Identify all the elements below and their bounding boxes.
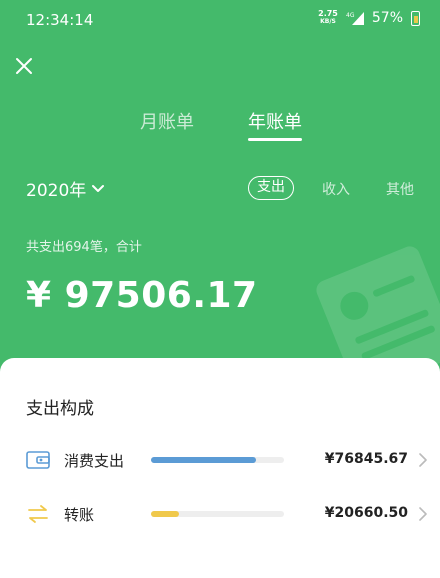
svg-text:4G: 4G <box>346 12 355 19</box>
expense-breakdown-panel: 支出构成 消费支出 ¥76845.67 转账 ¥20660.50 <box>0 358 440 578</box>
battery-icon <box>411 10 420 26</box>
wallet-icon <box>26 451 50 469</box>
status-time: 12:34:14 <box>26 11 94 29</box>
filter-other[interactable]: 其他 <box>386 179 414 199</box>
signal-icon: 4G <box>346 12 364 25</box>
active-tab-indicator <box>248 138 302 141</box>
filter-income[interactable]: 收入 <box>322 179 350 199</box>
share-bar-track <box>151 511 284 517</box>
total-amount: ¥ 97506.17 <box>26 275 258 316</box>
row-label: 消费支出 <box>64 452 125 470</box>
section-title: 支出构成 <box>26 399 94 419</box>
bill-tabs: 月账单 年账单 <box>0 108 440 148</box>
row-amount: ¥76845.67 <box>324 451 408 467</box>
row-amount: ¥20660.50 <box>324 505 408 521</box>
year-selector[interactable]: 2020年 <box>26 176 105 201</box>
share-bar-fill <box>151 511 180 517</box>
tab-yearly-bill[interactable]: 年账单 <box>248 108 302 134</box>
transfer-icon <box>28 505 48 523</box>
chevron-down-icon <box>92 184 105 192</box>
header-area: 12:34:14 2.75 KB/S 4G 57% 月账单 年账单 2020年 … <box>0 0 440 380</box>
year-label: 2020年 <box>26 181 87 201</box>
battery-percent: 57% <box>371 10 403 26</box>
breakdown-row-transfer[interactable]: 转账 ¥20660.50 <box>0 499 440 529</box>
expense-summary: 共支出694笔，合计 <box>26 240 142 255</box>
share-bar-track <box>151 457 284 463</box>
chevron-right-icon <box>419 453 427 467</box>
net-speed: 2.75 KB/S <box>318 9 338 26</box>
breakdown-row-consumption[interactable]: 消费支出 ¥76845.67 <box>0 445 440 475</box>
close-icon[interactable] <box>14 56 34 76</box>
status-system-icons: 2.75 KB/S 4G 57% <box>318 10 420 26</box>
filter-expense[interactable]: 支出 <box>248 176 294 200</box>
chevron-right-icon <box>419 507 427 521</box>
row-label: 转账 <box>64 506 95 524</box>
share-bar-fill <box>151 457 256 463</box>
tab-monthly-bill[interactable]: 月账单 <box>140 108 194 134</box>
status-bar: 12:34:14 2.75 KB/S 4G 57% <box>0 0 440 40</box>
